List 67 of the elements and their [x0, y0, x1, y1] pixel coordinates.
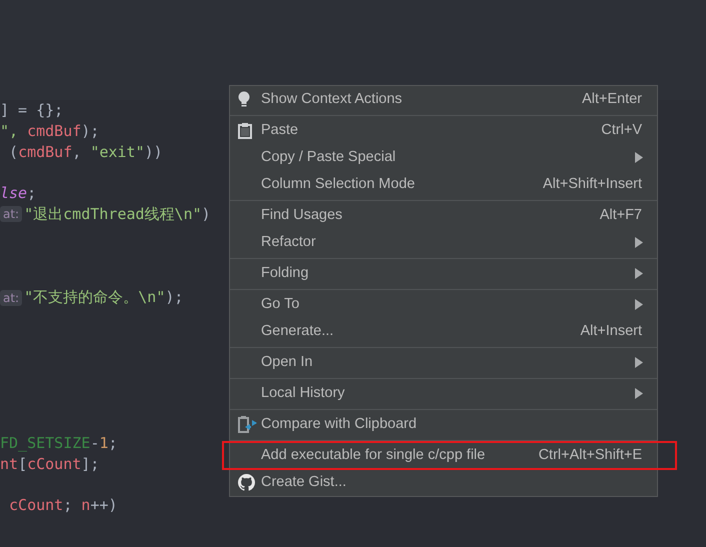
- menu-item[interactable]: Local History: [230, 380, 657, 407]
- code-token: "退出cmdThread线程\n": [24, 204, 202, 225]
- code-token: ;: [27, 183, 36, 204]
- menu-item-label: Compare with Clipboard: [261, 414, 417, 434]
- code-token: ",: [0, 120, 20, 142]
- code-token: FD_SETSIZE: [0, 432, 90, 454]
- shortcut-label: Ctrl+V: [601, 120, 642, 140]
- menu-item[interactable]: Open In: [230, 349, 657, 376]
- menu-item-label: Generate...: [261, 322, 334, 341]
- menu-item[interactable]: Show Context Actions Alt+Enter: [230, 86, 657, 113]
- compare-icon: [238, 415, 258, 434]
- menu-item[interactable]: Column Selection Mode Alt+Shift+Insert: [230, 171, 657, 198]
- code-token: 1: [99, 432, 108, 454]
- code-token: n: [81, 495, 90, 516]
- code-token: -: [90, 432, 100, 454]
- menu-item-label: Find Usages: [261, 206, 342, 225]
- clipboard-icon: [238, 122, 252, 138]
- shortcut-label: Alt+Shift+Insert: [542, 174, 642, 194]
- code-token: )): [144, 142, 163, 162]
- parameter-hint: at:: [0, 206, 22, 222]
- menu-item-label: Go To: [261, 294, 300, 314]
- shortcut-label: Ctrl+Alt+Shift+E: [538, 446, 642, 465]
- github-icon: [238, 474, 255, 491]
- lightbulb-icon: [238, 91, 250, 108]
- menu-item-label: Refactor: [261, 232, 316, 252]
- code-token: cmdBuf: [18, 142, 72, 162]
- code-token: lse: [0, 183, 28, 204]
- code-token: ,: [72, 142, 82, 162]
- code-token: ];: [81, 454, 100, 474]
- menu-item-label: Folding: [261, 264, 309, 283]
- menu-item-label: Add executable for single c/cpp file: [261, 446, 486, 465]
- code-token: "exit": [90, 142, 144, 162]
- menu-item[interactable]: Copy / Paste Special: [230, 144, 657, 171]
- menu-item[interactable]: Create Gist...: [230, 469, 657, 496]
- menu-item-label: Copy / Paste Special: [261, 148, 396, 167]
- menu-item-label: Create Gist...: [261, 472, 346, 492]
- shortcut-label: Alt+Enter: [582, 90, 642, 109]
- menu-item[interactable]: Find Usages Alt+F7: [230, 202, 657, 229]
- code-token: (: [8, 142, 18, 162]
- code-token: ++): [90, 495, 118, 516]
- menu-item[interactable]: Go To: [230, 291, 657, 318]
- code-token: cmdBuf: [27, 120, 82, 142]
- code-token: nt: [0, 454, 18, 474]
- menu-item-label: Paste: [261, 120, 298, 140]
- shortcut-label: Alt+Insert: [580, 322, 642, 341]
- menu-item[interactable]: Add executable for single c/cpp file Ctrl+Alt+Shift+E: [222, 441, 677, 470]
- menu-item[interactable]: Paste Ctrl+V: [230, 117, 657, 144]
- menu-item[interactable]: Compare with Clipboard: [230, 411, 657, 438]
- code-token: );: [81, 120, 100, 142]
- menu-item[interactable]: Folding: [230, 260, 657, 287]
- menu-item-label: Show Context Actions: [261, 90, 402, 109]
- code-token: ): [202, 204, 211, 225]
- menu-item-label: Local History: [261, 384, 345, 403]
- code-token: ;: [63, 495, 74, 516]
- code-token: "不支持的命令。\n": [24, 287, 166, 308]
- menu-item-label: Open In: [261, 352, 313, 372]
- parameter-hint: at:: [0, 290, 22, 306]
- menu-item[interactable]: Generate... Alt+Insert: [230, 318, 657, 345]
- code-token: [: [18, 454, 28, 474]
- menu-item-label: Column Selection Mode: [261, 174, 415, 194]
- menu-item[interactable]: Refactor: [230, 229, 657, 256]
- code-token: );: [165, 287, 184, 308]
- code-token: cCount: [8, 495, 64, 516]
- shortcut-label: Alt+F7: [600, 206, 642, 225]
- code-token: ;: [108, 432, 118, 454]
- code-token: ] = {};: [0, 100, 64, 121]
- code-token: cCount: [27, 454, 82, 474]
